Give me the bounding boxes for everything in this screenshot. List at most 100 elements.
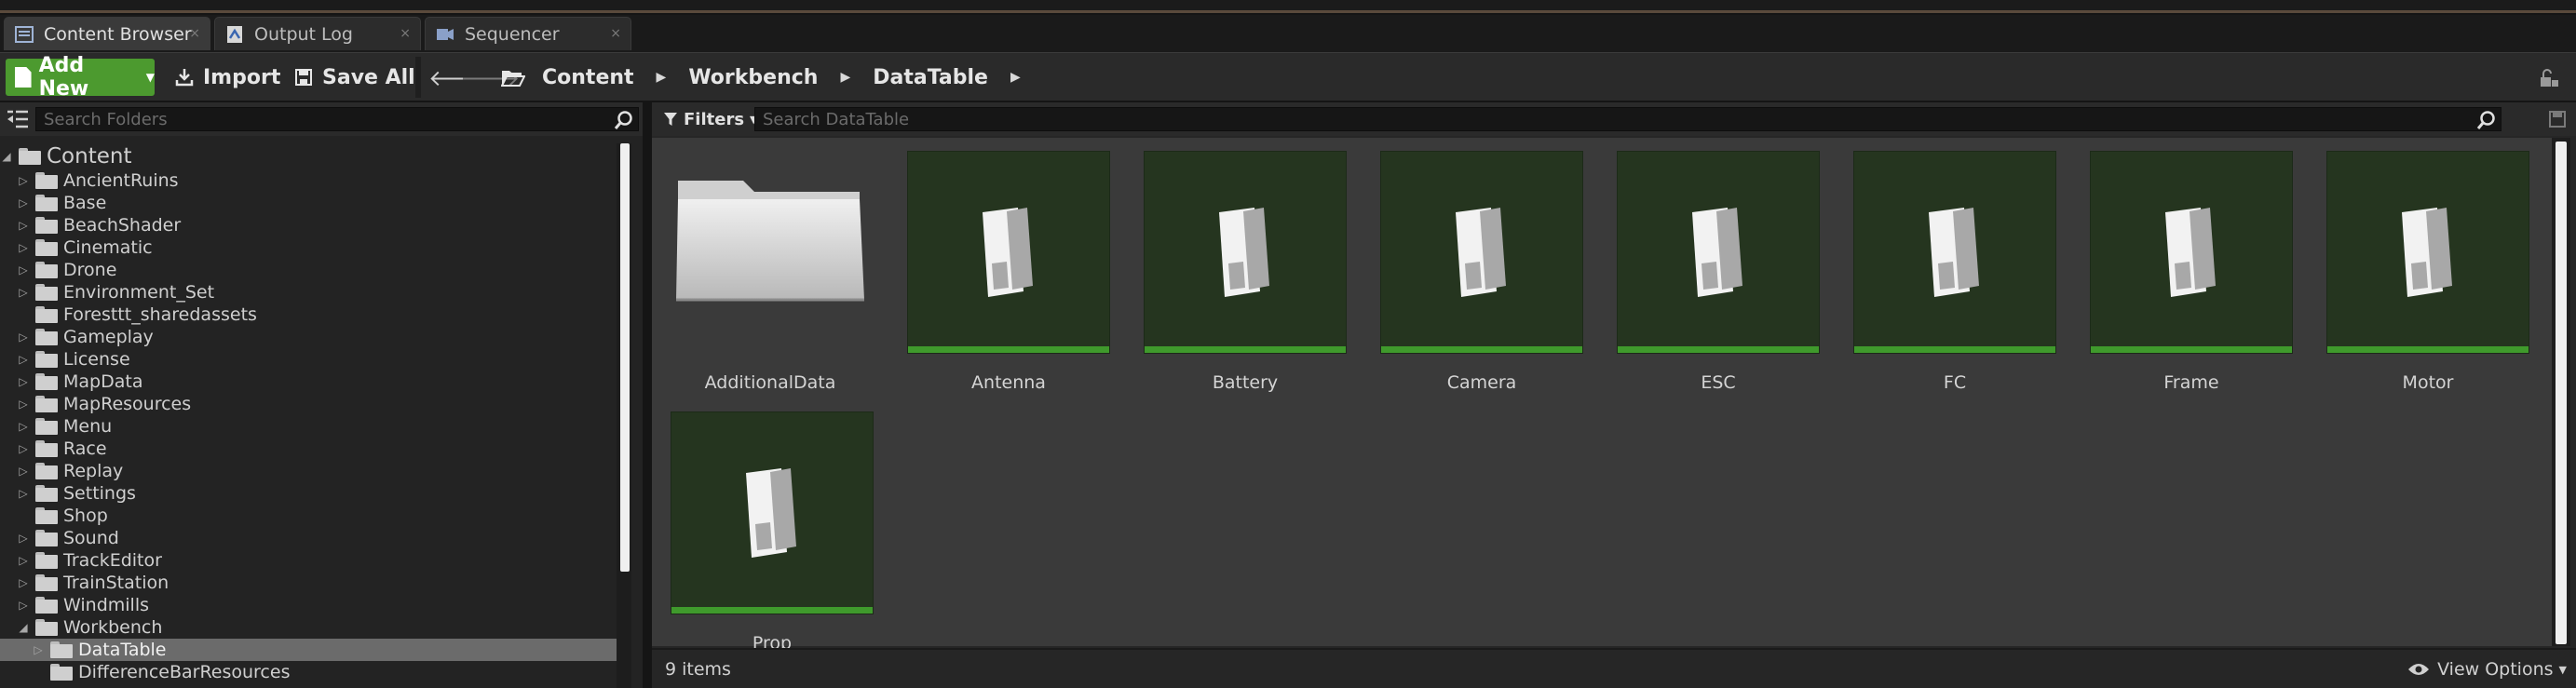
save-all-button[interactable]: Save All — [294, 59, 415, 96]
asset-label: ESC — [1701, 372, 1736, 393]
chevron-right-icon[interactable]: ▶ — [657, 70, 667, 85]
tree-root-content[interactable]: ◢ Content — [0, 143, 617, 169]
folder-search-row: Search Folders — [0, 102, 643, 136]
asset-tile-datatable[interactable]: Camera — [1380, 151, 1583, 393]
expanded-arrow-icon[interactable]: ◢ — [0, 150, 13, 163]
asset-tile-datatable[interactable]: Motor — [2326, 151, 2529, 393]
tree-item[interactable]: ▷ Gameplay — [0, 326, 617, 348]
tree-item[interactable]: Foresttt_sharedassets — [0, 304, 617, 326]
folder-icon — [35, 507, 58, 524]
collapsed-arrow-icon[interactable]: ▷ — [17, 263, 30, 277]
tree-item[interactable]: ▷ License — [0, 348, 617, 371]
collapsed-arrow-icon[interactable]: ▷ — [17, 353, 30, 366]
collapsed-arrow-icon[interactable]: ▷ — [17, 398, 30, 411]
tree-item[interactable]: ▷ AncientRuins — [0, 169, 617, 192]
content-browser-toolbar: Add New ▼ Import Save All 🡐 🡒 Content ▶ … — [0, 52, 2576, 101]
tab-sequencer[interactable]: Sequencer × — [425, 17, 631, 50]
collapsed-arrow-icon[interactable]: ▷ — [17, 420, 30, 433]
tree-item[interactable]: ▷ Race — [0, 438, 617, 460]
asset-search-input[interactable]: Search DataTable — [754, 107, 2501, 131]
tree-item[interactable]: DifferenceBarResources — [0, 661, 617, 683]
collapsed-arrow-icon[interactable]: ▷ — [17, 174, 30, 187]
asset-label: Motor — [2402, 372, 2454, 393]
asset-tile-datatable[interactable]: FC — [1853, 151, 2056, 393]
filters-button[interactable]: Filters ▼ — [663, 108, 758, 130]
datatable-icon — [1219, 208, 1269, 297]
collapsed-arrow-icon[interactable]: ▷ — [17, 196, 30, 209]
tree-item[interactable]: ▷ TrainStation — [0, 572, 617, 594]
chevron-right-icon[interactable]: ▶ — [840, 70, 850, 85]
collapsed-arrow-icon[interactable]: ▷ — [17, 532, 30, 545]
save-search-icon[interactable] — [2548, 110, 2567, 128]
sequencer-icon — [435, 25, 455, 44]
asset-tile-datatable[interactable]: ESC — [1617, 151, 1820, 393]
collapsed-arrow-icon[interactable]: ▷ — [17, 465, 30, 478]
tree-item-datatable[interactable]: ▷ DataTable — [0, 639, 617, 661]
view-options-button[interactable]: View Options ▼ — [2407, 659, 2567, 680]
collapsed-arrow-icon[interactable]: ▷ — [17, 286, 30, 299]
asset-tile-folder[interactable]: AdditionalData — [669, 151, 872, 393]
add-new-button[interactable]: Add New ▼ — [6, 54, 155, 101]
collapsed-arrow-icon[interactable]: ▷ — [17, 554, 30, 567]
tree-item[interactable]: ▷ Environment_Set — [0, 281, 617, 304]
tree-item[interactable]: ▷ Sound — [0, 527, 617, 549]
import-button[interactable]: Import — [175, 59, 280, 96]
tree-item[interactable]: ▷ Windmills — [0, 594, 617, 616]
tree-item[interactable]: ▷ Replay — [0, 460, 617, 482]
collapsed-arrow-icon[interactable]: ▷ — [32, 643, 45, 656]
collapsed-arrow-icon[interactable]: ▷ — [17, 331, 30, 344]
collapsed-arrow-icon[interactable]: ▷ — [17, 219, 30, 232]
tree-item[interactable]: ▷ Settings — [0, 482, 617, 505]
tab-content-browser[interactable]: Content Browser × — [4, 17, 210, 50]
tree-item[interactable]: ▷ Base — [0, 192, 617, 214]
tree-item[interactable]: Shop — [0, 505, 617, 527]
chevron-down-icon: ▼ — [145, 71, 155, 84]
breadcrumb-item[interactable]: Content — [542, 66, 634, 89]
tree-item-label: Race — [63, 438, 107, 459]
collapsed-arrow-icon[interactable]: ▷ — [17, 241, 30, 254]
collapsed-arrow-icon[interactable]: ▷ — [17, 576, 30, 589]
tree-item[interactable]: ▷ BeachShader — [0, 214, 617, 236]
close-icon[interactable]: × — [189, 26, 200, 41]
tree-item[interactable]: ▷ Drone — [0, 259, 617, 281]
asset-type-strip — [2327, 346, 2529, 353]
folder-search-input[interactable]: Search Folders — [35, 107, 639, 131]
tree-item[interactable]: ▷ MapData — [0, 371, 617, 393]
folder-icon — [35, 440, 58, 457]
tree-item-label: TrainStation — [63, 573, 169, 593]
collapsed-arrow-icon[interactable]: ▷ — [17, 599, 30, 612]
breadcrumb-item[interactable]: DataTable — [873, 66, 988, 89]
tree-item[interactable]: ▷ TrackEditor — [0, 549, 617, 572]
tab-output-log[interactable]: Output Log × — [214, 17, 421, 50]
asset-tile-datatable[interactable]: Antenna — [907, 151, 1110, 393]
tree-item[interactable]: ▷ Menu — [0, 415, 617, 438]
tree-item[interactable]: ▷ MapResources — [0, 393, 617, 415]
eye-icon — [2408, 664, 2430, 675]
collapsed-arrow-icon[interactable]: ▷ — [17, 375, 30, 388]
tree-item-label: MapData — [63, 371, 143, 392]
tree-list-icon[interactable] — [6, 108, 30, 130]
folder-tree-scrollbar-thumb[interactable] — [620, 143, 630, 572]
collapsed-arrow-icon[interactable]: ▷ — [17, 487, 30, 500]
search-icon[interactable] — [2476, 110, 2497, 130]
breadcrumb-item[interactable]: Workbench — [688, 66, 818, 89]
tree-item-label: MapResources — [63, 394, 192, 414]
expanded-arrow-icon[interactable]: ◢ — [17, 621, 30, 634]
lock-icon[interactable] — [2539, 68, 2559, 88]
collapsed-arrow-icon[interactable]: ▷ — [17, 442, 30, 455]
tab-bar: Content Browser × Output Log × Sequencer… — [0, 15, 2576, 52]
asset-tile-datatable[interactable]: Battery — [1144, 151, 1347, 393]
close-icon[interactable]: × — [400, 26, 411, 41]
tree-item-workbench[interactable]: ◢ Workbench — [0, 616, 617, 639]
asset-tile-datatable[interactable]: Frame — [2090, 151, 2293, 393]
datatable-thumbnail — [2090, 151, 2293, 354]
tree-item-label: Replay — [63, 461, 124, 481]
asset-grid-scrollbar-thumb[interactable] — [2556, 142, 2567, 644]
asset-tile-datatable[interactable]: Prop — [671, 411, 874, 654]
search-icon[interactable] — [614, 110, 634, 130]
close-icon[interactable]: × — [610, 26, 621, 41]
tree-item-label: Base — [63, 193, 107, 213]
tree-item-label: Content — [47, 144, 132, 169]
chevron-right-icon[interactable]: ▶ — [1010, 70, 1021, 85]
tree-item[interactable]: ▷ Cinematic — [0, 236, 617, 259]
